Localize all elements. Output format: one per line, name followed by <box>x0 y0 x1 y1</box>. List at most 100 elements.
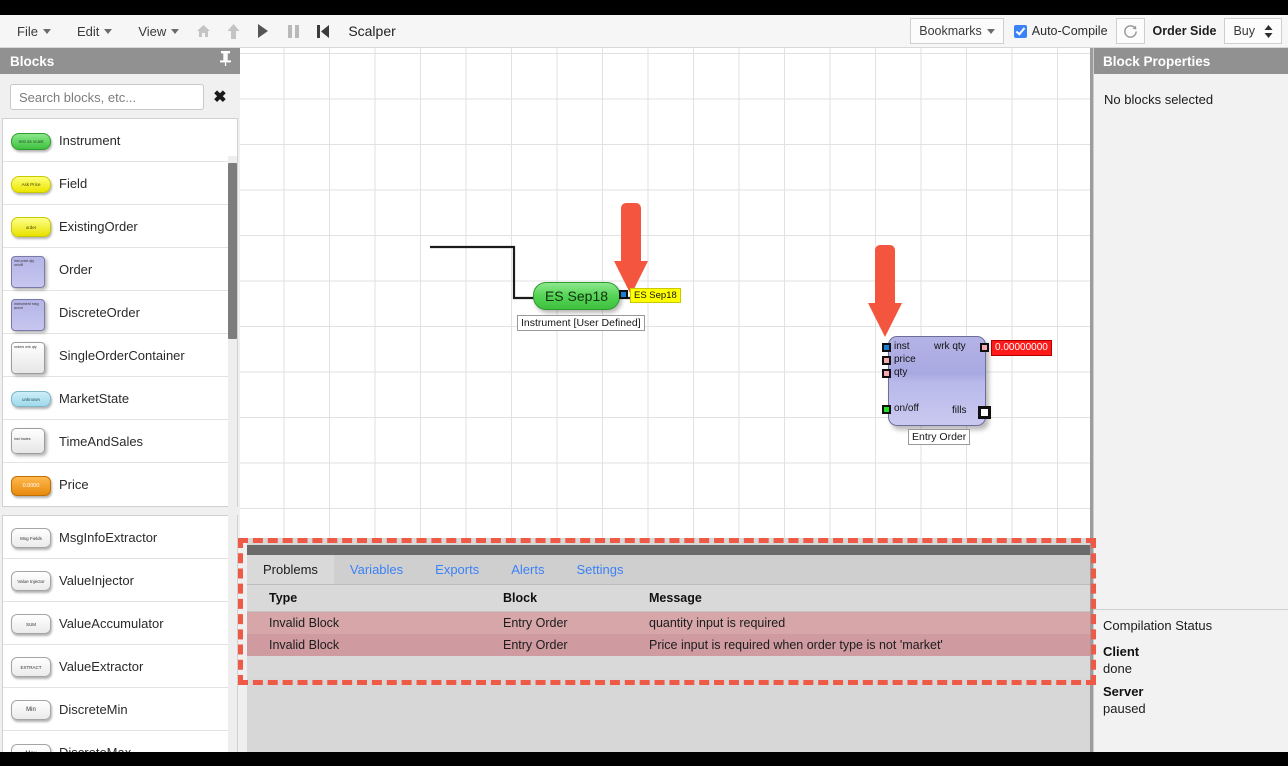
block-item-instrument[interactable]: Inst as vcast Instrument <box>3 119 237 162</box>
blocks-group-1: Inst as vcast Instrument Ask Price Field… <box>2 118 238 507</box>
tab-variables-label: Variables <box>349 562 404 577</box>
panel-resize-handle[interactable] <box>247 545 1093 555</box>
tab-problems[interactable]: Problems <box>247 555 334 584</box>
tas-icon-text: inst trades <box>14 437 31 441</box>
marketstate-icon-glyph: unknown <box>11 391 51 407</box>
timeandsales-block-icon: inst trades <box>11 428 49 454</box>
skip-back-button[interactable] <box>308 15 338 48</box>
cell-message: quantity input is required <box>627 611 1093 634</box>
cell-message: Price input is required when order type … <box>627 634 1093 656</box>
block-label: Field <box>59 175 88 191</box>
chevron-down-icon <box>171 28 180 34</box>
home-icon <box>196 25 210 37</box>
block-item-order[interactable]: inst price qty on/off Order <box>3 248 237 291</box>
entry-order-output-port-fills[interactable] <box>978 406 991 419</box>
clear-search-button[interactable]: ✖ <box>210 86 230 108</box>
play-icon <box>258 24 269 38</box>
menu-file[interactable]: File <box>8 24 60 39</box>
bookmarks-button[interactable]: Bookmarks <box>910 18 1004 44</box>
cell-type: Invalid Block <box>247 634 481 656</box>
valueextractor-icon-glyph: EXTRACT <box>11 657 51 677</box>
instrument-output-port[interactable] <box>619 290 628 299</box>
auto-compile-toggle[interactable]: Auto-Compile <box>1004 24 1116 38</box>
table-row[interactable]: Invalid Block Entry Order Price input is… <box>247 634 1093 656</box>
block-label: DiscreteOrder <box>59 304 140 320</box>
problems-table-head: Type Block Message <box>247 585 1093 612</box>
discretemin-icon-glyph: Min <box>11 700 51 720</box>
order-icon-glyph: inst price qty on/off <box>11 256 45 288</box>
order-block-icon: inst price qty on/off <box>11 256 49 288</box>
blocks-search-row: ✖ <box>0 74 240 118</box>
order-side-select[interactable]: Buy <box>1224 18 1282 44</box>
menu-view[interactable]: View <box>129 24 188 39</box>
block-diagram-canvas[interactable]: ES Sep18 ES Sep18 Instrument [User Defin… <box>240 48 1090 538</box>
stepper-icon[interactable] <box>1264 24 1273 38</box>
menu-edit[interactable]: Edit <box>68 24 121 39</box>
block-item-msginfoextractor[interactable]: Msg Fields MsgInfoExtractor <box>3 516 237 559</box>
table-row[interactable]: Invalid Block Entry Order quantity input… <box>247 611 1093 634</box>
order-side-value: Buy <box>1233 24 1255 38</box>
tab-problems-label: Problems <box>263 562 318 577</box>
block-label: ExistingOrder <box>59 218 138 234</box>
field-icon-glyph: Ask Price <box>11 176 51 193</box>
entry-order-port-label-qty: qty <box>894 367 908 378</box>
tab-exports[interactable]: Exports <box>419 555 495 584</box>
block-item-valueaccumulator[interactable]: SUM ValueAccumulator <box>3 602 237 645</box>
existingorder-icon-glyph: order <box>11 217 51 237</box>
checkbox-checked-icon[interactable] <box>1013 24 1027 38</box>
block-item-discretemin[interactable]: Min DiscreteMin <box>3 688 237 731</box>
block-properties-panel: Block Properties No blocks selected Comp… <box>1093 48 1288 766</box>
blocks-list[interactable]: Inst as vcast Instrument Ask Price Field… <box>0 118 240 766</box>
menu-edit-label: Edit <box>76 23 100 39</box>
entry-order-input-port-inst[interactable] <box>882 343 891 352</box>
tab-settings[interactable]: Settings <box>560 555 639 584</box>
compilation-client-value: done <box>1103 661 1132 676</box>
entry-order-block-caption: Entry Order <box>908 429 971 445</box>
block-item-valueextractor[interactable]: EXTRACT ValueExtractor <box>3 645 237 688</box>
singleordercontainer-icon-glyph: orders wrk qty <box>11 342 45 374</box>
block-item-marketstate[interactable]: unknown MarketState <box>3 377 237 420</box>
blocks-scrollbar-thumb[interactable] <box>228 163 237 339</box>
entry-order-wrkqty-value: 0.00000000 <box>991 340 1052 356</box>
pause-button[interactable] <box>278 15 308 48</box>
valueinjector-block-icon: Value Injector <box>11 567 51 593</box>
entry-order-output-port-wrkqty[interactable] <box>980 343 989 352</box>
price-block-icon: 0.0000 <box>11 472 51 498</box>
recompile-button[interactable] <box>1115 18 1145 44</box>
block-item-discreteorder[interactable]: instrument msg accnt DiscreteOrder <box>3 291 237 334</box>
block-label: ValueInjector <box>59 572 134 588</box>
entry-order-port-label-inst: inst <box>894 341 910 352</box>
block-label: DiscreteMin <box>59 701 128 717</box>
chevron-updown-icon <box>1264 24 1273 38</box>
col-header-block[interactable]: Block <box>481 585 627 612</box>
block-label: MarketState <box>59 390 130 406</box>
block-item-price[interactable]: 0.0000 Price <box>3 463 237 506</box>
pin-icon[interactable] <box>219 51 232 71</box>
cell-type: Invalid Block <box>247 611 481 634</box>
block-item-valueinjector[interactable]: Value Injector ValueInjector <box>3 559 237 602</box>
block-item-timeandsales[interactable]: inst trades TimeAndSales <box>3 420 237 463</box>
play-button[interactable] <box>248 15 278 48</box>
instrument-block-node[interactable]: ES Sep18 <box>533 282 620 310</box>
block-item-existingorder[interactable]: order ExistingOrder <box>3 205 237 248</box>
entry-order-input-port-onoff[interactable] <box>882 405 891 414</box>
home-button[interactable] <box>188 15 218 48</box>
col-header-message[interactable]: Message <box>627 585 1093 612</box>
search-input[interactable] <box>10 84 204 110</box>
entry-order-input-port-price[interactable] <box>882 356 891 365</box>
blocks-sidebar-title: Blocks <box>10 53 55 69</box>
entry-order-input-port-qty[interactable] <box>882 369 891 378</box>
block-item-field[interactable]: Ask Price Field <box>3 162 237 205</box>
discreteorder-icon-text: instrument msg accnt <box>14 302 39 310</box>
auto-compile-label: Auto-Compile <box>1031 24 1108 38</box>
tab-alerts[interactable]: Alerts <box>495 555 560 584</box>
block-item-singleordercontainer[interactable]: orders wrk qty SingleOrderContainer <box>3 334 237 377</box>
field-block-icon: Ask Price <box>11 170 51 196</box>
col-header-type[interactable]: Type <box>247 585 481 612</box>
main-toolbar: File Edit View Scalper Bookmarks Auto-Co… <box>0 15 1288 48</box>
price-icon-glyph: 0.0000 <box>11 475 51 496</box>
valueextractor-block-icon: EXTRACT <box>11 653 51 679</box>
block-properties-title: Block Properties <box>1103 53 1211 69</box>
tab-variables[interactable]: Variables <box>334 555 419 584</box>
up-button[interactable] <box>218 15 248 48</box>
